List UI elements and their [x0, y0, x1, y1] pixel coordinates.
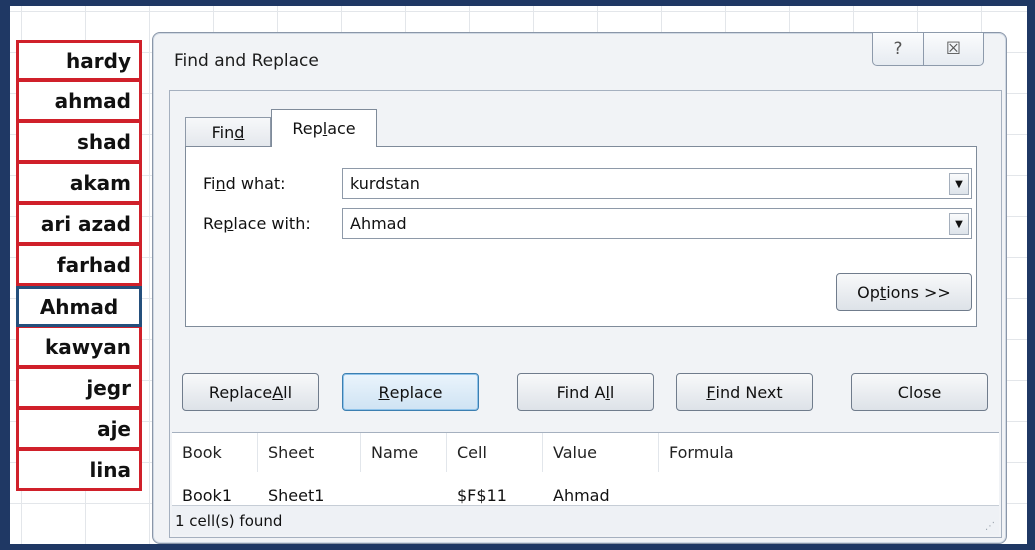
tab-find[interactable]: Fin d	[185, 117, 271, 147]
find-next-button[interactable]: Find Next	[676, 373, 813, 411]
title-bar-buttons: ? ☒	[872, 32, 984, 66]
name-cell[interactable]: hardy	[16, 40, 142, 81]
find-what-input[interactable]: kurdstan	[350, 174, 420, 193]
results-header: Book Sheet Name Cell Value Formula	[172, 433, 999, 472]
column-header-sheet[interactable]: Sheet	[258, 433, 361, 472]
replace-button[interactable]: Replace	[342, 373, 479, 411]
dialog-title: Find and Replace	[174, 51, 319, 71]
find-what-label: Find what:	[203, 174, 286, 193]
chevron-down-icon: ▼	[955, 178, 963, 190]
results-list[interactable]: Book Sheet Name Cell Value Formula Book 1…	[172, 432, 999, 535]
replace-with-dropdown-button[interactable]: ▼	[949, 213, 969, 235]
column-header-formula[interactable]: Formula	[659, 433, 999, 472]
replace-all-button[interactable]: Replace All	[182, 373, 319, 411]
dialog-panel: Fin d Rep l ace Find what: kurdstan ▼ Repla…	[169, 90, 1002, 538]
name-cell[interactable]: akam	[16, 163, 142, 204]
replace-tab-body: Find what: kurdstan ▼ Replace with: Ahma…	[185, 146, 977, 327]
name-cell[interactable]: farhad	[16, 245, 142, 286]
name-cell[interactable]: ahmad	[16, 81, 142, 122]
find-replace-dialog: Find and Replace ? ☒ Fin d Rep l ace Find w…	[152, 32, 1007, 544]
resize-grip-icon[interactable]: ⋰	[985, 521, 995, 532]
help-button[interactable]: ?	[872, 32, 924, 66]
status-bar: 1 cell(s) found ⋰	[172, 505, 999, 535]
tab-replace-label: Rep	[292, 119, 323, 138]
replace-with-combo[interactable]: Ahmad ▼	[342, 208, 972, 239]
help-icon: ?	[893, 39, 903, 59]
name-column: hardy ahmad shad akam ari azad farhad Ah…	[16, 40, 142, 491]
tab-find-accesskey: d	[234, 123, 245, 142]
name-cell[interactable]: jegr	[16, 368, 142, 409]
name-cell[interactable]: ari azad	[16, 204, 142, 245]
options-button[interactable]: Op t ions >>	[836, 273, 972, 311]
column-header-name[interactable]: Name	[361, 433, 447, 472]
close-button[interactable]: Close	[851, 373, 988, 411]
tab-find-label: Fin	[211, 123, 235, 142]
close-icon: ☒	[945, 39, 962, 59]
active-cell[interactable]: Ahmad	[16, 286, 142, 327]
name-cell[interactable]: shad	[16, 122, 142, 163]
tab-replace[interactable]: Rep l ace	[271, 109, 377, 147]
status-text: 1 cell(s) found	[175, 511, 283, 530]
name-cell[interactable]: lina	[16, 450, 142, 491]
replace-with-label: Replace with:	[203, 214, 311, 233]
close-window-button[interactable]: ☒	[924, 32, 984, 66]
tab-replace-label-rest: ace	[327, 119, 356, 138]
name-cell[interactable]: kawyan	[16, 327, 142, 368]
column-header-cell[interactable]: Cell	[447, 433, 543, 472]
find-what-dropdown-button[interactable]: ▼	[949, 173, 969, 195]
column-header-book[interactable]: Book	[172, 433, 258, 472]
find-what-combo[interactable]: kurdstan ▼	[342, 168, 972, 199]
replace-with-input[interactable]: Ahmad	[350, 214, 407, 233]
name-cell[interactable]: aje	[16, 409, 142, 450]
find-all-button[interactable]: Find All	[517, 373, 654, 411]
column-header-value[interactable]: Value	[543, 433, 659, 472]
chevron-down-icon: ▼	[955, 218, 963, 230]
